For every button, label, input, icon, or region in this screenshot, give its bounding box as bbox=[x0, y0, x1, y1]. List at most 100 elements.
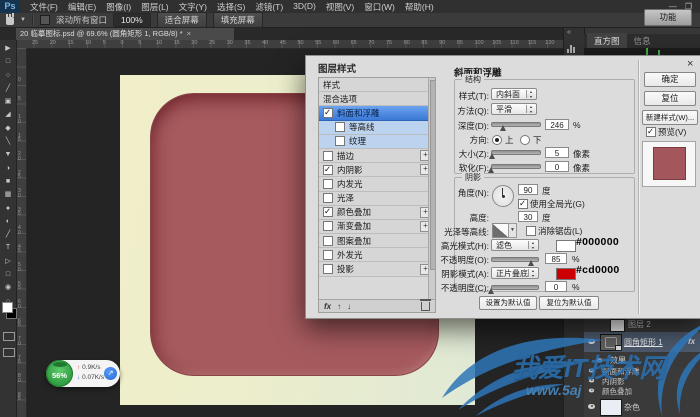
layer-name[interactable]: 图层 2 bbox=[628, 319, 651, 330]
angle-value-field[interactable]: 90 bbox=[518, 184, 538, 195]
direction-up-radio[interactable]: 上 bbox=[492, 134, 514, 146]
angle-dial[interactable] bbox=[492, 185, 514, 207]
layer-name[interactable]: 圆角矩形 1 bbox=[624, 337, 663, 348]
path-select-tool[interactable]: ▷ bbox=[5, 255, 10, 268]
gloss-contour-thumbnail[interactable] bbox=[492, 223, 509, 238]
menu-item-2[interactable]: 图像(I) bbox=[106, 1, 131, 13]
tab-info[interactable]: 信息 bbox=[627, 33, 658, 49]
effects-label[interactable]: 效果 bbox=[610, 355, 626, 366]
layer-thumbnail[interactable] bbox=[610, 319, 625, 332]
shadow-mode-dropdown[interactable]: 正片叠底 bbox=[491, 267, 539, 279]
spinner-icon[interactable] bbox=[526, 90, 535, 98]
size-value-field[interactable]: 5 bbox=[545, 147, 569, 158]
menu-item-7[interactable]: 3D(D) bbox=[293, 1, 316, 13]
shape-layer-thumbnail[interactable] bbox=[600, 334, 622, 351]
style-item-checkbox[interactable] bbox=[323, 165, 333, 175]
eraser-tool[interactable]: ■ bbox=[6, 175, 10, 188]
lasso-tool[interactable]: ○ bbox=[6, 69, 10, 82]
shape-tool[interactable]: □ bbox=[6, 268, 10, 281]
highlight-opacity-slider[interactable] bbox=[491, 256, 539, 265]
speed-ball[interactable]: 56% bbox=[46, 360, 73, 387]
style-item-4[interactable]: 纹理 bbox=[319, 135, 435, 149]
type-tool[interactable]: T bbox=[6, 241, 10, 254]
altitude-value-field[interactable]: 30 bbox=[518, 211, 538, 222]
bevel-style-dropdown[interactable]: 内斜面 bbox=[491, 88, 537, 100]
fx-menu-icon[interactable]: fx bbox=[324, 302, 331, 311]
soften-value-field[interactable]: 0 bbox=[545, 161, 569, 172]
zoom-100-button[interactable]: 100% bbox=[113, 13, 151, 27]
preview-checkbox[interactable] bbox=[646, 127, 656, 137]
collapse-panels-icon[interactable]: « bbox=[567, 29, 571, 36]
spinner-icon[interactable] bbox=[528, 269, 537, 277]
style-item-checkbox[interactable] bbox=[323, 221, 333, 231]
layer-thumbnail[interactable] bbox=[600, 399, 622, 416]
close-icon[interactable]: × bbox=[687, 58, 693, 70]
use-global-light-checkbox[interactable] bbox=[518, 199, 528, 209]
style-item-checkbox[interactable] bbox=[335, 136, 345, 146]
effect-row-2[interactable]: 颜色叠加 bbox=[602, 386, 632, 397]
style-item-checkbox[interactable] bbox=[335, 122, 345, 132]
screen-mode-icon[interactable] bbox=[3, 348, 15, 357]
menu-item-5[interactable]: 选择(S) bbox=[217, 1, 245, 13]
fit-screen-button[interactable]: 适合屏幕 bbox=[157, 12, 207, 28]
reset-button[interactable]: 复位 bbox=[644, 91, 696, 106]
menu-item-8[interactable]: 视图(V) bbox=[326, 1, 354, 13]
spinner-icon[interactable] bbox=[526, 105, 535, 113]
style-item-7[interactable]: 内发光 bbox=[319, 177, 435, 191]
visibility-eye-icon[interactable] bbox=[589, 379, 594, 383]
style-item-1[interactable]: 混合选项 bbox=[319, 92, 435, 106]
technique-dropdown[interactable]: 平滑 bbox=[491, 103, 537, 115]
highlight-color-swatch[interactable] bbox=[556, 240, 576, 252]
layer-row-selected[interactable]: 圆角矩形 1 fx bbox=[584, 332, 700, 352]
vertical-ruler[interactable]: 051 01 52 02 53 03 54 04 55 05 56 06 57 … bbox=[16, 48, 27, 417]
visibility-eye-icon[interactable] bbox=[597, 358, 603, 362]
style-item-checkbox[interactable] bbox=[323, 207, 333, 217]
quick-selection-tool[interactable]: ╱ bbox=[6, 82, 10, 95]
shadow-opacity-slider[interactable] bbox=[491, 284, 539, 293]
menu-item-0[interactable]: 文件(F) bbox=[30, 1, 58, 13]
style-item-8[interactable]: 光泽 bbox=[319, 192, 435, 206]
style-item-0[interactable]: 样式 bbox=[319, 78, 435, 92]
style-item-6[interactable]: 内阴影+ bbox=[319, 163, 435, 177]
depth-slider[interactable] bbox=[491, 121, 541, 130]
horizontal-ruler[interactable]: 2520151050510152025303540455055606570758… bbox=[16, 40, 563, 49]
pen-tool[interactable]: ╱ bbox=[6, 228, 10, 241]
scroll-all-windows-checkbox[interactable] bbox=[40, 15, 50, 25]
move-down-icon[interactable]: ↓ bbox=[347, 302, 351, 311]
anti-aliased-checkbox[interactable] bbox=[526, 226, 536, 236]
style-item-2[interactable]: 斜面和浮雕 bbox=[319, 106, 435, 120]
move-up-icon[interactable]: ↑ bbox=[337, 302, 341, 311]
style-item-checkbox[interactable] bbox=[323, 151, 333, 161]
highlight-opacity-field[interactable]: 85 bbox=[545, 253, 567, 264]
eyedropper-tool[interactable]: ◢ bbox=[5, 108, 10, 121]
style-item-checkbox[interactable] bbox=[323, 236, 333, 246]
visibility-eye-icon[interactable] bbox=[588, 404, 595, 409]
layer-name[interactable]: 杂色 bbox=[624, 402, 640, 413]
boost-icon[interactable]: ↗ bbox=[104, 367, 117, 380]
menu-item-10[interactable]: 帮助(H) bbox=[405, 1, 434, 13]
delete-effect-icon[interactable] bbox=[421, 302, 430, 311]
menu-item-4[interactable]: 文字(Y) bbox=[179, 1, 207, 13]
direction-down-radio[interactable]: 下 bbox=[520, 134, 542, 146]
menu-item-6[interactable]: 滤镜(T) bbox=[255, 1, 283, 13]
contour-dropdown-icon[interactable]: ▼ bbox=[508, 223, 517, 238]
brush-tool[interactable]: ╲ bbox=[6, 135, 10, 148]
visibility-eye-icon[interactable] bbox=[589, 389, 594, 393]
menu-item-9[interactable]: 窗口(W) bbox=[364, 1, 395, 13]
move-tool[interactable]: ▶ bbox=[5, 42, 10, 55]
reset-defaults-button[interactable]: 复位为默认值 bbox=[539, 296, 599, 310]
foreground-color-swatch[interactable] bbox=[2, 302, 13, 313]
style-item-checkbox[interactable] bbox=[323, 108, 333, 118]
clone-stamp-tool[interactable]: ▼ bbox=[5, 148, 12, 161]
hand-tool[interactable]: ◉ bbox=[5, 281, 11, 294]
style-item-3[interactable]: 等高线 bbox=[319, 121, 435, 135]
marquee-tool[interactable]: □ bbox=[6, 55, 10, 68]
menu-item-3[interactable]: 图层(L) bbox=[141, 1, 168, 13]
highlight-mode-dropdown[interactable]: 滤色 bbox=[491, 239, 539, 251]
dodge-tool[interactable]: ◐ bbox=[6, 215, 10, 228]
set-defaults-button[interactable]: 设置为默认值 bbox=[479, 296, 537, 310]
new-style-button[interactable]: 新建样式(W)... bbox=[642, 110, 698, 125]
style-item-9[interactable]: 颜色叠加+ bbox=[319, 206, 435, 220]
style-item-checkbox[interactable] bbox=[323, 250, 333, 260]
fill-screen-button[interactable]: 填充屏幕 bbox=[213, 12, 263, 28]
